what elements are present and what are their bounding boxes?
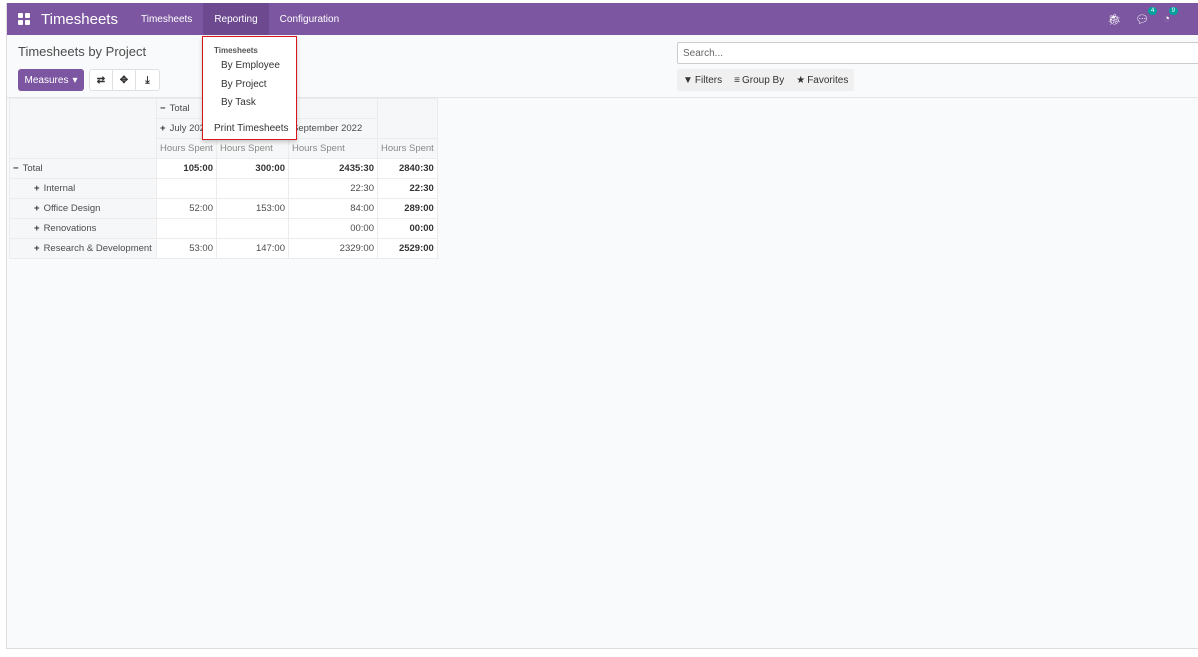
minus-icon: − <box>13 163 19 174</box>
cell[interactable] <box>216 218 289 239</box>
reporting-dropdown: Timesheets By Employee By Project By Tas… <box>202 36 297 140</box>
app-brand[interactable]: Timesheets <box>41 11 118 28</box>
menu-reporting[interactable]: Reporting <box>203 3 269 35</box>
cell[interactable]: 52:00 <box>156 198 217 219</box>
cell[interactable] <box>216 178 289 199</box>
favorites-button[interactable]: ★ Favorites <box>790 69 854 91</box>
activity-clock-icon[interactable]: ◔ 9 <box>1163 7 1178 25</box>
filter-icon: ▼ <box>683 74 693 86</box>
dropdown-section-header: Timesheets <box>214 46 258 55</box>
filters-label: Filters <box>694 74 723 86</box>
cell[interactable]: 53:00 <box>156 238 217 259</box>
cell[interactable] <box>156 218 217 239</box>
table-row: + Research & Development 53:00 147:00 232… <box>9 238 438 259</box>
chat-icon[interactable]: 💬︎ 4 <box>1135 6 1158 26</box>
page-title: Timesheets by Project <box>18 44 147 59</box>
activity-badge: 9 <box>1168 7 1178 15</box>
col-header-grand <box>377 98 438 139</box>
favorites-label: Favorites <box>807 74 849 86</box>
plus-icon: + <box>34 203 40 214</box>
measure-header[interactable]: Hours Spent <box>377 138 438 159</box>
measures-label: Measures <box>24 74 69 86</box>
cell[interactable]: 22:30 <box>288 178 378 199</box>
menu-item-by-task[interactable]: By Task <box>203 94 296 113</box>
search-input[interactable] <box>677 42 1198 64</box>
col-header-month[interactable]: September 2022 <box>288 118 378 139</box>
table-row: + Office Design 52:00 153:00 84:00 289:00 <box>9 198 438 219</box>
table-row-total: − Total 105:00 300:00 2435:30 2840:30 <box>9 158 438 179</box>
table-row: + Internal 22:30 22:30 <box>9 178 438 199</box>
row-header[interactable]: + Renovations <box>9 218 157 239</box>
apps-menu-icon[interactable] <box>18 13 30 25</box>
group-by-label: Group By <box>741 74 785 86</box>
cell[interactable]: 289:00 <box>377 198 438 219</box>
menu-timesheets[interactable]: Timesheets <box>130 3 203 35</box>
row-label: Office Design <box>43 203 101 214</box>
menu-item-by-employee[interactable]: By Employee <box>203 57 296 76</box>
caret-down-icon: ▾ <box>72 74 78 86</box>
navbar: Timesheets Timesheets Reporting Configur… <box>7 3 1198 35</box>
star-icon: ★ <box>796 74 806 86</box>
chat-badge: 4 <box>1148 6 1158 15</box>
cell[interactable]: 105:00 <box>156 158 217 179</box>
expand-all-button[interactable]: ✥ <box>113 70 136 90</box>
cell[interactable]: 300:00 <box>216 158 289 179</box>
app-frame: Timesheets Timesheets Reporting Configur… <box>6 3 1198 649</box>
row-label: Research & Development <box>43 243 152 254</box>
cell[interactable]: 2435:30 <box>288 158 378 179</box>
row-header[interactable]: + Internal <box>9 178 157 199</box>
pivot-corner <box>9 98 157 159</box>
cell[interactable] <box>156 178 217 199</box>
cell[interactable]: 22:30 <box>377 178 438 199</box>
menu-item-by-project[interactable]: By Project <box>203 76 296 95</box>
cell[interactable]: 2840:30 <box>377 158 438 179</box>
plus-icon: + <box>34 243 40 254</box>
plus-icon: + <box>34 183 40 194</box>
row-header[interactable]: + Office Design <box>9 198 157 219</box>
measures-button[interactable]: Measures ▾ <box>18 69 84 91</box>
cell[interactable]: 153:00 <box>216 198 289 219</box>
filters-button[interactable]: ▼ Filters <box>677 69 728 91</box>
download-button[interactable]: ⤓ <box>136 70 159 90</box>
plus-icon: + <box>34 223 40 234</box>
cell[interactable]: 84:00 <box>288 198 378 219</box>
cell[interactable]: 2329:00 <box>288 238 378 259</box>
cell[interactable]: 00:00 <box>377 218 438 239</box>
row-header[interactable]: + Research & Development <box>9 238 157 259</box>
row-label: Renovations <box>43 223 97 234</box>
measure-header[interactable]: Hours Spent <box>288 138 378 159</box>
measure-header[interactable]: Hours Spent <box>156 138 217 159</box>
table-row: + Renovations 00:00 00:00 <box>9 218 438 239</box>
col-total-label: Total <box>169 103 190 114</box>
menu-item-print-timesheets[interactable]: Print Timesheets <box>203 120 296 139</box>
debug-bug-icon[interactable]: 🐞︎ <box>1107 13 1121 26</box>
measure-header[interactable]: Hours Spent <box>216 138 289 159</box>
cell[interactable]: 147:00 <box>216 238 289 259</box>
flip-axis-button[interactable]: ⇄ <box>90 70 113 90</box>
minus-icon: − <box>160 103 166 114</box>
row-label: Total <box>22 163 43 174</box>
row-label: Internal <box>43 183 76 194</box>
bars-icon: ≡ <box>734 74 740 86</box>
cell[interactable]: 2529:00 <box>377 238 438 259</box>
group-by-button[interactable]: ≡ Group By <box>728 69 790 91</box>
plus-icon: + <box>160 123 166 134</box>
menu-configuration[interactable]: Configuration <box>269 3 350 35</box>
cell[interactable]: 00:00 <box>288 218 378 239</box>
row-header-total[interactable]: − Total <box>9 158 157 179</box>
